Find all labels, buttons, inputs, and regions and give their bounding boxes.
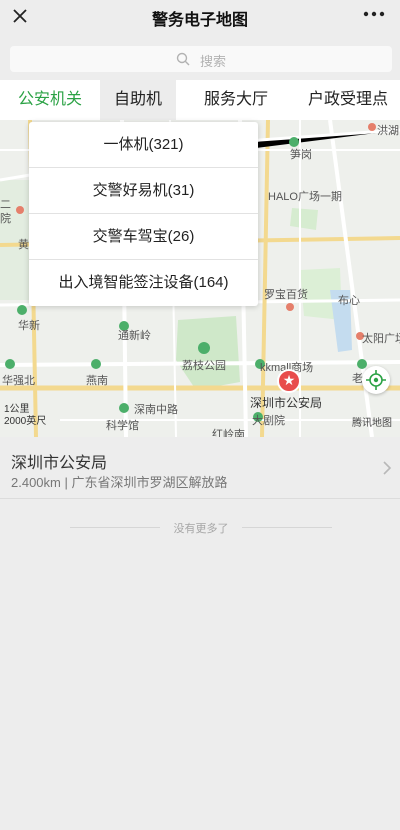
map-label-luobao: 罗宝百货 — [264, 289, 308, 301]
map-label-taiyang: 太阳广场 — [362, 333, 400, 345]
self-service-dropdown: 一体机(321) 交警好易机(31) 交警车驾宝(26) 出入境智能签注设备(1… — [29, 122, 258, 306]
title-bar: 警务电子地图 — [0, 0, 400, 34]
map-label-kexueguan: 科学馆 — [106, 420, 139, 432]
map-label-tongxinling: 通新岭 — [118, 330, 151, 342]
tab-service-halls[interactable]: 服务大厅 — [176, 80, 296, 120]
locate-button[interactable] — [362, 366, 390, 394]
map-provider: 腾讯地图 — [352, 418, 392, 429]
category-tabs: 公安机关 自助机 服务大厅 户政受理点 — [0, 80, 400, 120]
map-label-hongling: 红岭南 — [212, 429, 245, 437]
map-label-halo: HALO广场一期 — [268, 191, 342, 203]
map-label-police: 深圳市公安局 — [250, 396, 323, 410]
dropdown-item-traffic-chejiabao[interactable]: 交警车驾宝(26) — [29, 214, 258, 260]
map-label-buxin: 布心 — [338, 295, 360, 307]
police-location-pin[interactable]: ★ — [277, 369, 301, 393]
search-input[interactable]: 搜索 — [10, 46, 392, 72]
map-label-yanan: 燕南 — [86, 375, 108, 387]
divider-right — [242, 527, 332, 528]
scale-ft-label: 2000英尺 — [4, 416, 47, 427]
dropdown-item-exit-entry-device[interactable]: 出入境智能签注设备(164) — [29, 260, 258, 306]
map-label-shennan: 深南中路 — [134, 404, 178, 416]
scale-km-label: 1公里 — [4, 404, 30, 415]
dropdown-item-all-in-one[interactable]: 一体机(321) — [29, 122, 258, 168]
map-label-honghu: 洪湖 — [377, 125, 399, 137]
end-of-list-text: 没有更多了 — [173, 523, 229, 535]
page-title: 警务电子地图 — [151, 12, 248, 29]
chevron-right-icon — [383, 461, 392, 475]
crosshair-icon — [366, 370, 386, 390]
end-of-list-indicator: 没有更多了 — [70, 520, 332, 535]
result-info: 2.400km | 广东省深圳市罗湖区解放路 — [11, 475, 228, 490]
result-name: 深圳市公安局 — [11, 455, 108, 472]
result-list-item[interactable]: 深圳市公安局 2.400km | 广东省深圳市罗湖区解放路 — [0, 437, 400, 499]
star-icon: ★ — [282, 372, 296, 388]
map-label-dajuyuan: 大剧院 — [252, 415, 285, 427]
map-label-sungang: 笋岗 — [290, 149, 312, 161]
tab-self-service-machines[interactable]: 自助机 — [100, 80, 176, 120]
tab-police-agencies[interactable]: 公安机关 — [0, 80, 100, 120]
map-scale: 1公里 2000英尺 — [4, 404, 46, 428]
tab-household-registration[interactable]: 户政受理点 — [296, 80, 400, 120]
search-placeholder: 搜索 — [200, 54, 227, 69]
map-label-huang: 黄 — [18, 239, 29, 251]
map-label-yuan: 院 — [0, 213, 11, 225]
more-icon[interactable] — [362, 4, 386, 24]
dropdown-item-traffic-haoyi[interactable]: 交警好易机(31) — [29, 168, 258, 214]
search-icon — [176, 52, 190, 66]
map-label-huaqiangbei: 华强北 — [2, 375, 35, 387]
map-label-huaxin: 华新 — [18, 320, 40, 332]
search-bar: 搜索 — [0, 38, 400, 80]
map-label-lizhi: 荔枝公园 — [182, 360, 226, 372]
